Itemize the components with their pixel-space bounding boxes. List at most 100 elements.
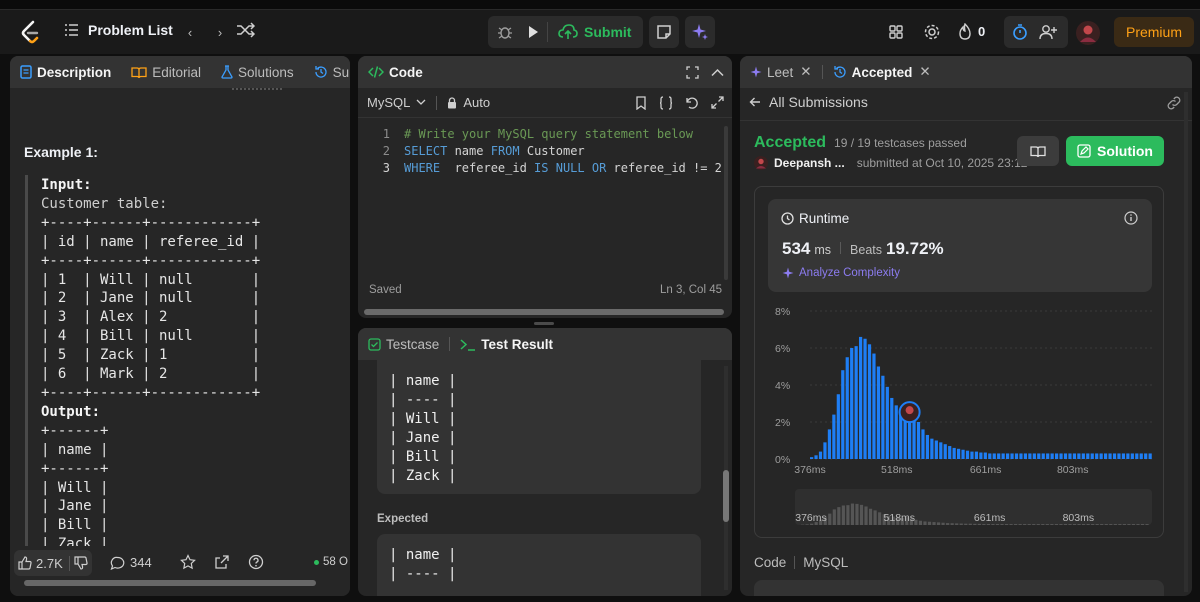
distribution-bar[interactable] — [1023, 453, 1028, 459]
distribution-bar[interactable] — [1046, 453, 1050, 459]
distribution-bar[interactable] — [841, 370, 845, 459]
comments-button[interactable]: 344 — [110, 555, 152, 570]
distribution-bar[interactable] — [1077, 453, 1081, 459]
distribution-bar[interactable] — [850, 348, 854, 459]
distribution-bar[interactable] — [1139, 453, 1143, 459]
distribution-bar[interactable] — [1050, 453, 1054, 459]
analyze-complexity-link[interactable]: Analyze Complexity — [782, 267, 900, 279]
distribution-bar[interactable] — [863, 338, 867, 459]
solution-button[interactable]: Solution — [1066, 136, 1164, 166]
avatar[interactable] — [754, 156, 768, 170]
distribution-bar[interactable] — [988, 453, 992, 459]
distribution-bar[interactable] — [908, 420, 912, 459]
distribution-bar[interactable] — [1059, 453, 1063, 459]
ai-assistant-button[interactable] — [685, 16, 715, 48]
distribution-bar[interactable] — [934, 440, 938, 460]
author-name[interactable]: Deepansh ... — [774, 156, 845, 170]
copy-link-button[interactable] — [1166, 96, 1182, 110]
bookmark-button[interactable] — [635, 96, 647, 110]
code-editor[interactable]: 1 # Write your MySQL query statement bel… — [358, 126, 728, 177]
submit-button[interactable]: Submit — [548, 24, 631, 40]
distribution-bar[interactable] — [810, 457, 814, 459]
distribution-bar[interactable] — [1121, 453, 1126, 459]
distribution-bar[interactable] — [1041, 453, 1045, 459]
next-problem-button[interactable]: › — [206, 18, 234, 46]
distribution-bar[interactable] — [1126, 453, 1130, 459]
distribution-bar[interactable] — [957, 448, 961, 459]
distribution-bar[interactable] — [943, 444, 947, 459]
reset-button[interactable] — [685, 96, 699, 110]
distribution-bar[interactable] — [818, 451, 823, 459]
distribution-bar[interactable] — [1112, 453, 1117, 459]
distribution-bar[interactable] — [1104, 453, 1108, 459]
distribution-bar[interactable] — [1014, 453, 1019, 459]
run-button[interactable] — [519, 18, 547, 46]
distribution-bar[interactable] — [1072, 453, 1077, 459]
tab-code[interactable]: Code — [368, 65, 423, 80]
distribution-bar[interactable] — [872, 353, 876, 459]
distribution-bar[interactable] — [885, 386, 889, 459]
tab-solutions[interactable]: Solutions — [221, 65, 294, 80]
distribution-bar[interactable] — [845, 357, 849, 459]
notes-button[interactable] — [649, 16, 679, 48]
tab-editorial[interactable]: Editorial — [131, 65, 201, 80]
distribution-bar[interactable] — [974, 451, 979, 459]
distribution-bar[interactable] — [983, 452, 987, 459]
editorial-button[interactable] — [1017, 136, 1059, 166]
editor-horizontal-scrollbar[interactable] — [364, 309, 724, 315]
leetcode-logo[interactable] — [20, 20, 42, 44]
distribution-bar[interactable] — [1001, 453, 1005, 459]
distribution-bar[interactable] — [970, 451, 974, 459]
distribution-bar[interactable] — [1028, 453, 1032, 459]
distribution-bar[interactable] — [1130, 453, 1134, 459]
maximize-button[interactable] — [686, 65, 699, 79]
distribution-bar[interactable] — [916, 422, 921, 459]
distribution-bar[interactable] — [876, 366, 881, 460]
distribution-bar[interactable] — [1063, 453, 1068, 459]
distribution-bar[interactable] — [827, 429, 832, 459]
tab-submissions[interactable]: Sub — [314, 65, 350, 80]
distribution-bar[interactable] — [965, 450, 970, 459]
shuffle-button[interactable] — [236, 22, 256, 38]
premium-button[interactable]: Premium — [1114, 17, 1194, 47]
language-select[interactable]: MySQL — [367, 95, 426, 110]
user-avatar[interactable] — [1076, 21, 1100, 45]
distribution-bar[interactable] — [1095, 453, 1099, 459]
distribution-bar[interactable] — [890, 397, 894, 459]
distribution-bar[interactable] — [854, 346, 858, 459]
distribution-bar[interactable] — [1135, 453, 1139, 459]
editor-vertical-scrollbar[interactable] — [724, 126, 728, 280]
results-vertical-scrollbar[interactable] — [723, 470, 729, 522]
distribution-bar[interactable] — [1144, 453, 1148, 459]
distribution-bar[interactable] — [1037, 453, 1041, 459]
auto-mode-toggle[interactable]: Auto — [447, 95, 490, 110]
distribution-bar[interactable] — [961, 449, 965, 459]
horizontal-scrollbar[interactable] — [24, 580, 316, 586]
distribution-bar[interactable] — [1117, 453, 1121, 459]
distribution-bar[interactable] — [921, 429, 925, 459]
distribution-bar[interactable] — [1090, 453, 1094, 459]
favorite-button[interactable] — [180, 554, 196, 570]
distribution-bar[interactable] — [1086, 453, 1090, 459]
distribution-bar[interactable] — [1081, 453, 1085, 459]
all-submissions-link[interactable]: All Submissions — [749, 94, 868, 110]
distribution-bar[interactable] — [867, 344, 872, 459]
distribution-bar[interactable] — [1068, 453, 1072, 459]
distribution-bar[interactable] — [925, 434, 930, 459]
distribution-bar[interactable] — [1055, 453, 1059, 459]
format-button[interactable] — [659, 96, 673, 110]
distribution-bar[interactable] — [1108, 453, 1112, 459]
runtime-mini-chart[interactable]: 376ms 518ms 661ms 803ms — [755, 485, 1163, 535]
distribution-bar[interactable] — [997, 453, 1001, 459]
dislike-button[interactable] — [74, 556, 88, 570]
distribution-bar[interactable] — [1010, 453, 1014, 459]
distribution-bar[interactable] — [1032, 453, 1036, 459]
distribution-bar[interactable] — [881, 375, 885, 459]
distribution-bar[interactable] — [939, 442, 943, 459]
help-button[interactable] — [248, 554, 264, 570]
distribution-bar[interactable] — [894, 405, 898, 459]
distribution-bar[interactable] — [832, 414, 836, 459]
prev-problem-button[interactable]: ‹ — [176, 18, 204, 46]
settings-button[interactable] — [918, 18, 946, 46]
close-icon[interactable]: ✕ — [919, 64, 930, 80]
